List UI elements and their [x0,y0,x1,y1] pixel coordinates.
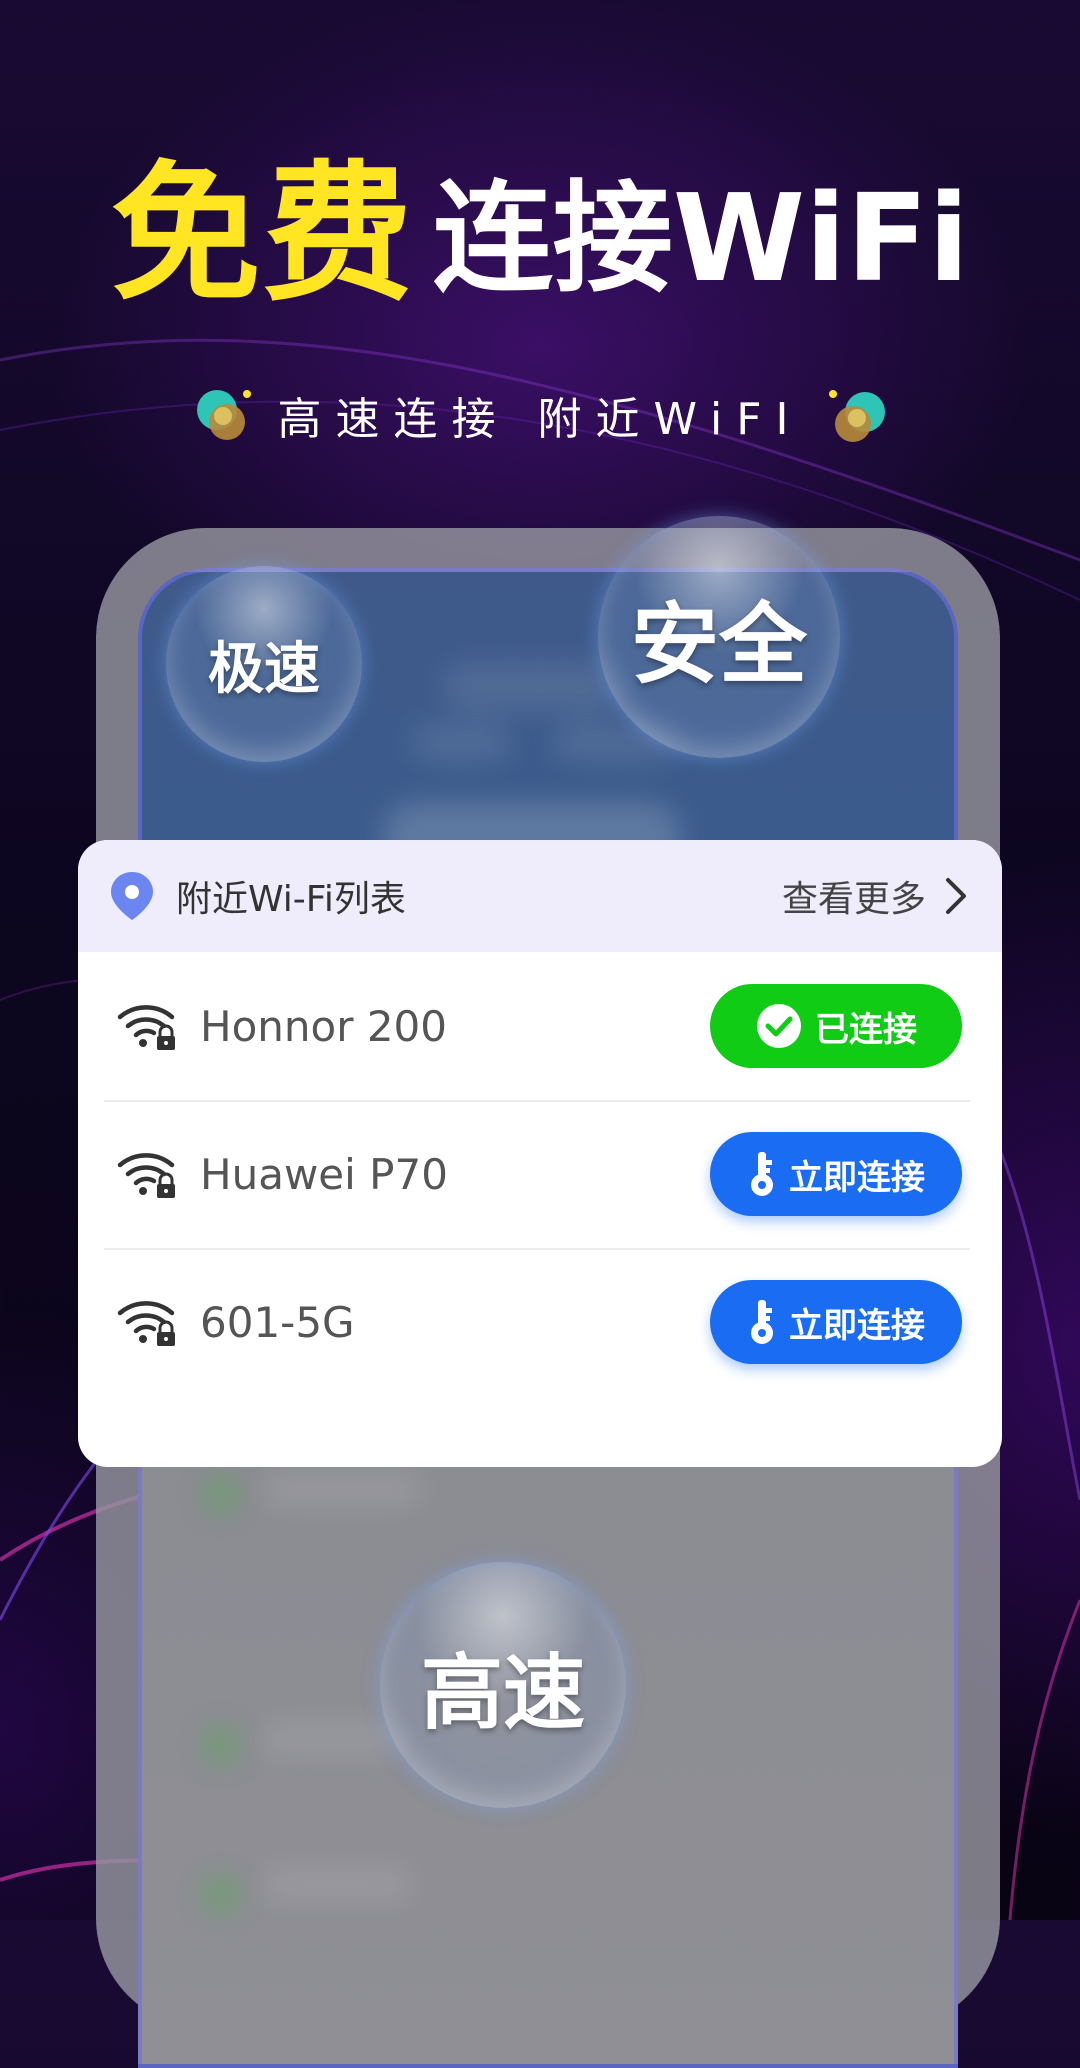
check-circle-icon [757,1004,801,1048]
blurred-text [262,1867,412,1901]
wifi-list-card: 附近Wi-Fi列表 查看更多 Honnor 200 已连接 Huawei P70… [78,840,1002,1467]
blurred-text [262,1472,422,1506]
wifi-row[interactable]: Huawei P70 立即连接 [78,1100,1002,1248]
headline: 免费 连接WiFi [0,150,1080,320]
connect-now-button[interactable]: 立即连接 [710,1132,962,1216]
connect-now-label: 立即连接 [789,1305,925,1346]
connect-now-label: 立即连接 [789,1157,925,1198]
view-more-link[interactable]: 查看更多 [782,870,968,922]
subline-text: 高速连接 附近WiFI [277,394,803,445]
blurred-icon [198,1872,244,1918]
view-more-label: 查看更多 [781,879,926,920]
bubble-fast: 极速 [166,566,362,762]
orb-icon [828,390,885,442]
blurred-text [412,722,512,762]
subline: 高速连接 附近WiFI [0,380,1080,450]
blurred-text [262,1722,402,1756]
key-icon [751,1152,773,1196]
wifi-lock-icon [117,1005,175,1050]
wifi-row[interactable]: 601-5G 立即连接 [78,1248,1002,1396]
wifi-name: 601-5G [200,1297,355,1347]
connected-button[interactable]: 已连接 [710,984,962,1068]
blurred-icon [198,1722,244,1768]
wifi-lock-icon [117,1301,175,1346]
wifi-name: Huawei P70 [200,1149,448,1199]
headline-connect-wifi: 连接WiFi [432,170,970,309]
card-title: 附近Wi-Fi列表 [176,879,406,920]
bubble-high-speed: 高速 [380,1562,626,1808]
wifi-row[interactable]: Honnor 200 已连接 [78,952,1002,1100]
location-pin-icon [111,872,153,920]
connect-now-button[interactable]: 立即连接 [710,1280,962,1364]
key-icon [751,1300,773,1344]
wifi-lock-icon [117,1153,175,1198]
blurred-icon [198,1472,244,1518]
bubble-secure: 安全 [598,516,840,758]
headline-free: 免费 [110,148,415,322]
orb-icon [197,390,252,440]
blurred-text [442,662,622,712]
connected-label: 已连接 [815,1009,917,1050]
wifi-name: Honnor 200 [200,1001,447,1051]
chevron-right-icon [946,878,966,914]
card-header: 附近Wi-Fi列表 查看更多 [78,840,1002,952]
